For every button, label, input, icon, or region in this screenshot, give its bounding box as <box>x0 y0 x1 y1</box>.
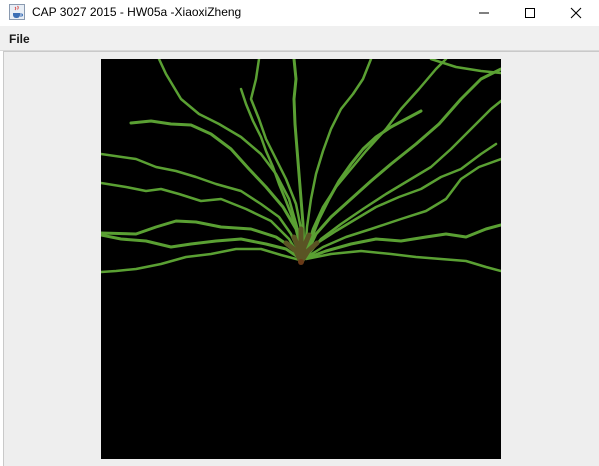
menu-bar: File <box>0 26 599 51</box>
minimize-icon <box>479 12 489 14</box>
tree-branch <box>304 249 501 273</box>
title-bar[interactable]: CAP 3027 2015 - HW05a -XiaoxiZheng <box>0 0 599 26</box>
maximize-button[interactable] <box>507 0 553 26</box>
close-icon <box>570 7 582 19</box>
drawing-canvas[interactable] <box>101 59 501 459</box>
tree-branch <box>305 157 501 259</box>
tree-branch <box>304 59 448 255</box>
tree-branch <box>157 59 305 257</box>
tree-branch <box>101 247 302 274</box>
tree-drawing <box>101 59 501 274</box>
minimize-button[interactable] <box>461 0 507 26</box>
tree-root <box>298 259 304 265</box>
menu-file[interactable]: File <box>9 32 30 46</box>
close-button[interactable] <box>553 0 599 26</box>
tree-branch <box>304 142 498 258</box>
tree-branch <box>129 119 305 257</box>
maximize-icon <box>525 8 535 18</box>
java-cup-icon[interactable] <box>9 4 25 20</box>
tree-branch <box>429 59 501 75</box>
tree-branch <box>305 99 501 258</box>
window-title: CAP 3027 2015 - HW05a -XiaoxiZheng <box>32 5 242 19</box>
